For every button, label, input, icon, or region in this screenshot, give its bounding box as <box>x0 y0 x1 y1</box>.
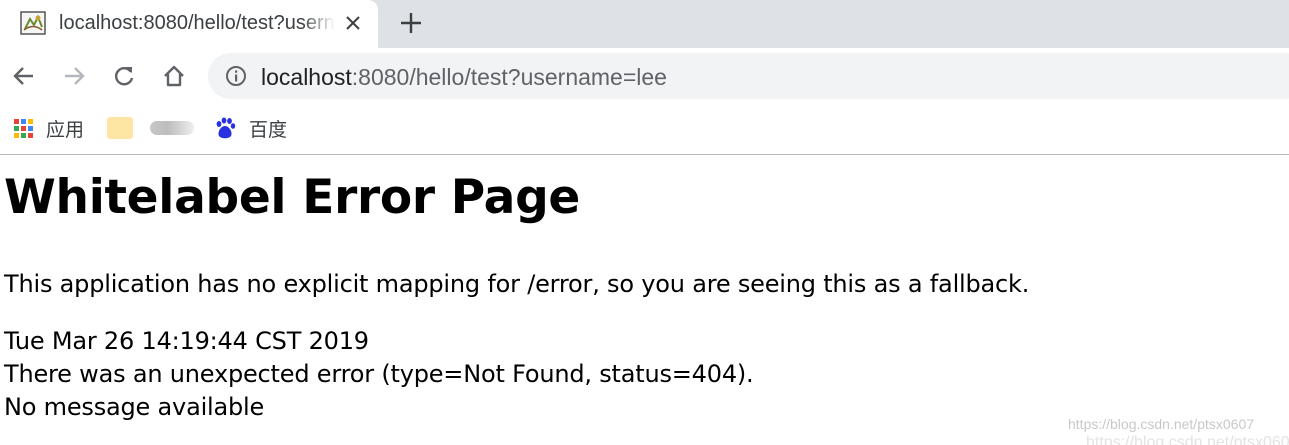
back-button[interactable] <box>9 61 39 91</box>
apps-grid-icon <box>14 118 33 138</box>
browser-tab[interactable]: localhost:8080/hello/test?username=lee <box>0 0 378 48</box>
watermark: https://blog.csdn.net/ptsx0607 <box>1068 416 1255 432</box>
reload-icon <box>115 67 134 86</box>
error-status-line: There was an unexpected error (type=Not … <box>4 360 754 388</box>
error-message: No message available <box>4 393 265 421</box>
tab-strip: localhost:8080/hello/test?username=lee <box>0 0 1289 48</box>
error-timestamp: Tue Mar 26 14:19:44 CST 2019 <box>4 327 369 355</box>
error-description: This application has no explicit mapping… <box>4 270 1030 298</box>
tab-title: localhost:8080/hello/test?username=lee <box>59 12 335 34</box>
baidu-paw-icon <box>216 117 236 139</box>
url-path: :8080/hello/test?username=lee <box>351 64 667 90</box>
bookmark-baidu[interactable]: 百度 <box>213 106 287 150</box>
info-icon[interactable] <box>225 65 247 87</box>
new-tab-button[interactable] <box>396 8 426 38</box>
url-text[interactable]: localhost:8080/hello/test?username=lee <box>261 64 667 91</box>
forward-button[interactable] <box>59 61 89 91</box>
home-button[interactable] <box>159 61 189 91</box>
blurred-bookmark <box>150 121 194 135</box>
bookmark-label: 百度 <box>249 119 288 141</box>
plus-icon <box>401 13 421 33</box>
reload-button[interactable] <box>109 61 139 91</box>
bookmark-blurred[interactable] <box>150 106 194 150</box>
bookmark-folder[interactable] <box>107 106 133 150</box>
forward-arrow-icon <box>65 67 85 85</box>
back-arrow-icon <box>13 67 33 85</box>
bookmark-label: 应用 <box>46 119 85 141</box>
bookmarks-bar: 应用 百度 <box>0 106 1289 155</box>
watermark-echo: https://blog.csdn.net/ptsx0607 <box>1086 434 1289 445</box>
home-icon <box>164 65 184 87</box>
bookmark-apps[interactable]: 应用 <box>14 106 84 150</box>
close-icon[interactable] <box>340 10 366 36</box>
page-title: Whitelabel Error Page <box>4 170 580 225</box>
folder-icon <box>107 117 133 139</box>
address-bar[interactable]: localhost:8080/hello/test?username=lee <box>208 53 1289 99</box>
url-host: localhost <box>261 64 352 90</box>
spring-leaf-icon <box>20 11 46 35</box>
browser-toolbar: localhost:8080/hello/test?username=lee <box>0 48 1289 106</box>
